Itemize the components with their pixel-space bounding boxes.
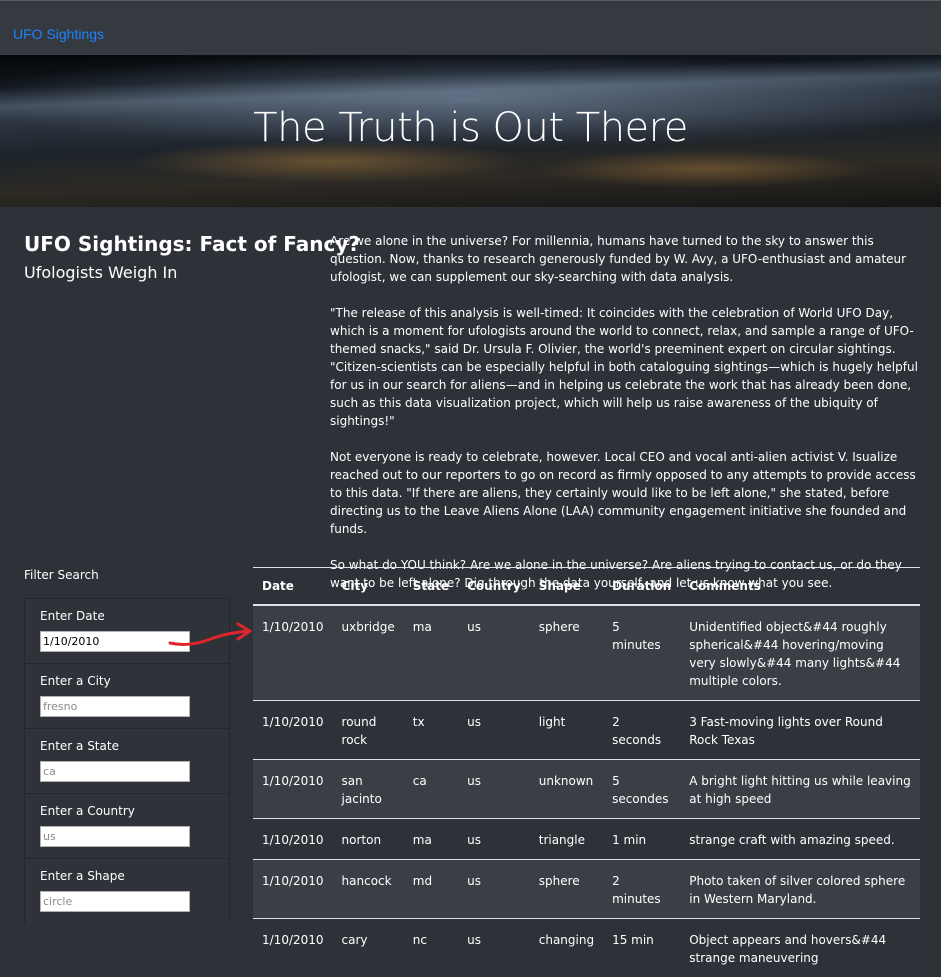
article-heading: UFO Sightings: Fact of Fancy? bbox=[24, 232, 360, 256]
article-paragraph: Are we alone in the universe? For millen… bbox=[330, 232, 920, 286]
hero-title: The Truth is Out There bbox=[0, 105, 941, 151]
cell-date: 1/10/2010 bbox=[253, 701, 333, 760]
cell-state: ca bbox=[404, 760, 458, 819]
shape-input[interactable] bbox=[40, 891, 190, 912]
cell-date: 1/10/2010 bbox=[253, 605, 333, 701]
column-header-country: Country bbox=[458, 568, 530, 606]
filter-item-shape: Enter a Shape bbox=[24, 858, 230, 923]
column-header-shape: Shape bbox=[530, 568, 603, 606]
cell-city: hancock bbox=[333, 860, 404, 919]
cell-comments: strange craft with amazing speed. bbox=[680, 819, 920, 860]
country-input[interactable] bbox=[40, 826, 190, 847]
cell-shape: triangle bbox=[530, 819, 603, 860]
cell-comments: Unidentified object&#44 roughly spherica… bbox=[680, 605, 920, 701]
cell-state: nc bbox=[404, 919, 458, 977]
cell-city: round rock bbox=[333, 701, 404, 760]
cell-shape: sphere bbox=[530, 860, 603, 919]
cell-shape: unknown bbox=[530, 760, 603, 819]
column-header-date: Date bbox=[253, 568, 333, 606]
cell-duration: 5 minutes bbox=[603, 605, 680, 701]
filter-label-city: Enter a City bbox=[40, 674, 111, 688]
cell-duration: 2 minutes bbox=[603, 860, 680, 919]
table-row: 1/10/2010 uxbridge ma us sphere 5 minute… bbox=[253, 605, 920, 701]
cell-state: ma bbox=[404, 605, 458, 701]
cell-duration: 1 min bbox=[603, 819, 680, 860]
cell-duration: 15 min bbox=[603, 919, 680, 977]
navbar: UFO Sightings bbox=[0, 0, 941, 55]
article-paragraph: Not everyone is ready to celebrate, howe… bbox=[330, 448, 920, 538]
filter-label-country: Enter a Country bbox=[40, 804, 135, 818]
filter-label-state: Enter a State bbox=[40, 739, 119, 753]
filter-item-country: Enter a Country bbox=[24, 793, 230, 858]
cell-city: norton bbox=[333, 819, 404, 860]
ufo-table: Date City State Country Shape Duration C… bbox=[253, 567, 920, 977]
filter-item-state: Enter a State bbox=[24, 728, 230, 793]
column-header-comments: Comments bbox=[680, 568, 920, 606]
filter-label-shape: Enter a Shape bbox=[40, 869, 125, 883]
annotation-arrow-icon bbox=[168, 620, 258, 650]
cell-country: us bbox=[458, 819, 530, 860]
article-body: Are we alone in the universe? For millen… bbox=[330, 232, 920, 610]
cell-state: tx bbox=[404, 701, 458, 760]
cell-shape: light bbox=[530, 701, 603, 760]
state-input[interactable] bbox=[40, 761, 190, 782]
table-row: 1/10/2010 san jacinto ca us unknown 5 se… bbox=[253, 760, 920, 819]
cell-comments: A bright light hitting us while leaving … bbox=[680, 760, 920, 819]
table-row: 1/10/2010 cary nc us changing 15 min Obj… bbox=[253, 919, 920, 977]
article-paragraph: "The release of this analysis is well-ti… bbox=[330, 304, 920, 430]
cell-country: us bbox=[458, 760, 530, 819]
filter-label-date: Enter Date bbox=[40, 609, 105, 623]
cell-country: us bbox=[458, 860, 530, 919]
column-header-duration: Duration bbox=[603, 568, 680, 606]
cell-state: md bbox=[404, 860, 458, 919]
column-header-state: State bbox=[404, 568, 458, 606]
cell-duration: 5 secondes bbox=[603, 760, 680, 819]
cell-country: us bbox=[458, 605, 530, 701]
cell-country: us bbox=[458, 919, 530, 977]
filter-item-city: Enter a City bbox=[24, 663, 230, 728]
cell-comments: Object appears and hovers&#44 strange ma… bbox=[680, 919, 920, 977]
cell-shape: changing bbox=[530, 919, 603, 977]
cell-city: uxbridge bbox=[333, 605, 404, 701]
cell-comments: Photo taken of silver colored sphere in … bbox=[680, 860, 920, 919]
cell-city: san jacinto bbox=[333, 760, 404, 819]
hero-banner: The Truth is Out There bbox=[0, 55, 941, 207]
brand-link[interactable]: UFO Sightings bbox=[13, 26, 104, 42]
cell-date: 1/10/2010 bbox=[253, 860, 333, 919]
cell-country: us bbox=[458, 701, 530, 760]
column-header-city: City bbox=[333, 568, 404, 606]
city-input[interactable] bbox=[40, 696, 190, 717]
table-row: 1/10/2010 norton ma us triangle 1 min st… bbox=[253, 819, 920, 860]
cell-date: 1/10/2010 bbox=[253, 760, 333, 819]
table-row: 1/10/2010 round rock tx us light 2 secon… bbox=[253, 701, 920, 760]
table-header-row: Date City State Country Shape Duration C… bbox=[253, 568, 920, 606]
cell-state: ma bbox=[404, 819, 458, 860]
cell-comments: 3 Fast-moving lights over Round Rock Tex… bbox=[680, 701, 920, 760]
cell-city: cary bbox=[333, 919, 404, 977]
cell-date: 1/10/2010 bbox=[253, 819, 333, 860]
cell-duration: 2 seconds bbox=[603, 701, 680, 760]
cell-date: 1/10/2010 bbox=[253, 919, 333, 977]
cell-shape: sphere bbox=[530, 605, 603, 701]
filter-search-title: Filter Search bbox=[24, 568, 99, 582]
article-subheading: Ufologists Weigh In bbox=[24, 263, 177, 282]
table-row: 1/10/2010 hancock md us sphere 2 minutes… bbox=[253, 860, 920, 919]
